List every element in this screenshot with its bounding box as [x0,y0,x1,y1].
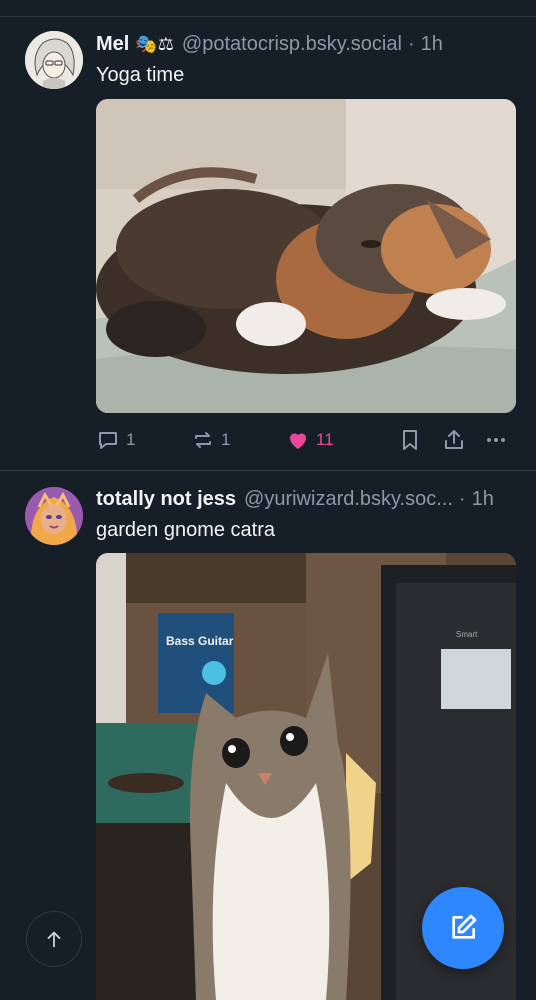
post-time[interactable]: 1h [472,488,494,511]
more-options-icon [487,438,505,442]
post-text: garden gnome catra [96,519,276,541]
repost-icon [195,432,211,448]
author-handle[interactable]: @yuriwizard.bsky.soc... [244,488,453,511]
compose-button[interactable] [422,887,504,969]
repost-count: 1 [221,430,231,449]
book-title: Bass Guitar [166,634,234,648]
feed: Mel 🎭⚖ @potatocrisp.bsky.social · 1h Yog… [0,0,536,1000]
share-icon [445,430,463,449]
share-button[interactable] [442,428,466,452]
author-name[interactable]: Mel [96,33,129,56]
avatar[interactable] [25,31,83,89]
like-count: 11 [316,430,334,449]
bookmark-icon [403,430,417,450]
post-image-sleeping-cat[interactable] [96,99,516,413]
post-header: Mel 🎭⚖ @potatocrisp.bsky.social · 1h [96,30,518,58]
reply-icon [99,432,117,449]
speaker-brand: Smart [456,630,478,639]
avatar[interactable] [25,487,83,545]
profile-badges: 🎭⚖ [135,34,174,54]
like-button[interactable]: 11 [286,428,334,452]
author-name[interactable]: totally not jess [96,488,236,511]
reply-count: 1 [126,430,136,449]
separator-dot: · [458,487,466,510]
arrow-up-icon [47,931,61,948]
post-text: Yoga time [96,64,185,86]
post-actions: 1 1 11 [96,428,516,456]
scroll-to-top-button[interactable] [26,911,82,967]
post-header: totally not jess @yuriwizard.bsky.soc...… [96,485,518,513]
author-handle[interactable]: @potatocrisp.bsky.social [182,33,402,56]
post-time[interactable]: 1h [421,33,443,56]
heart-icon [290,433,306,449]
compose-icon [452,914,477,939]
post-mel[interactable]: Mel 🎭⚖ @potatocrisp.bsky.social · 1h Yog… [0,0,536,470]
separator-dot: · [407,32,415,55]
repost-button[interactable]: 1 [191,428,230,452]
more-options-button[interactable] [484,428,508,452]
reply-button[interactable]: 1 [96,428,135,452]
bookmark-button[interactable] [398,428,422,452]
